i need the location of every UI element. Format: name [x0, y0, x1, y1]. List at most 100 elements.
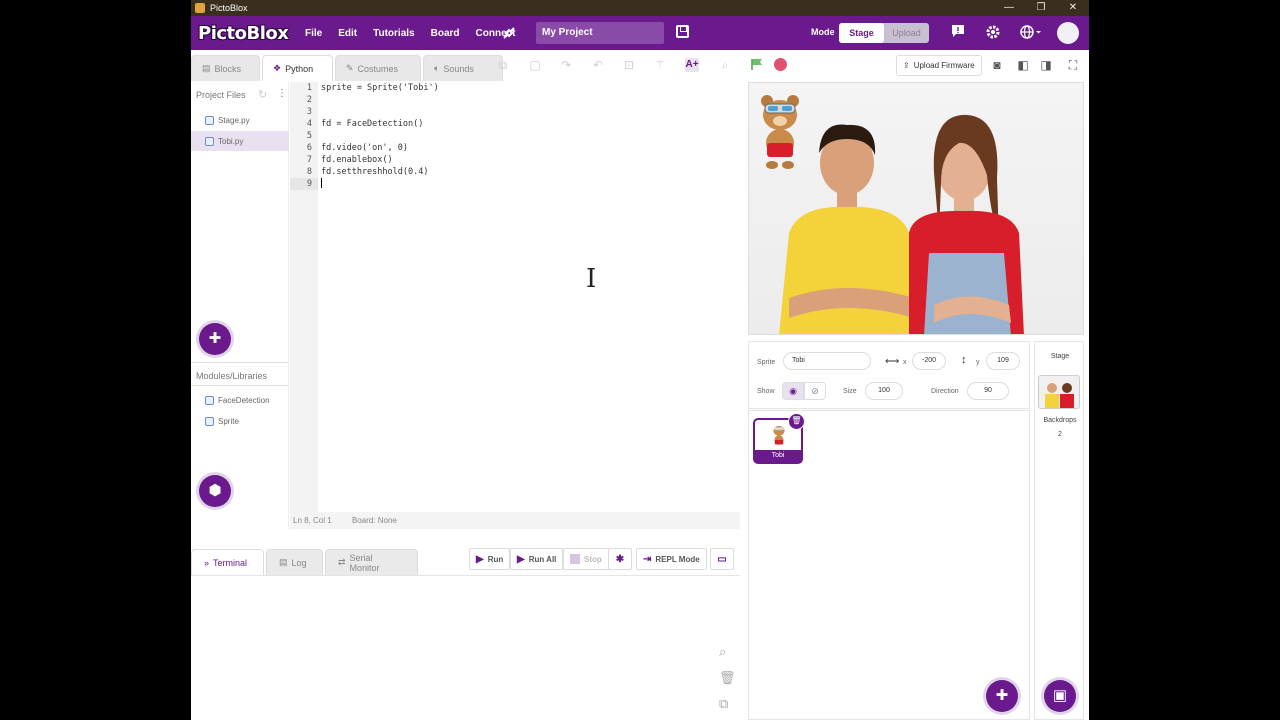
code-line[interactable]: [321, 106, 439, 118]
tab-log[interactable]: ▤ Log: [266, 549, 323, 575]
show-eye-icon[interactable]: ◉: [782, 382, 804, 400]
window-title: PictoBlox: [210, 3, 248, 13]
file-item-stage[interactable]: Stage.py: [191, 110, 289, 130]
menu-board[interactable]: Board: [431, 28, 460, 39]
fullscreen-icon[interactable]: ⛶: [1066, 58, 1080, 72]
menu-edit[interactable]: Edit: [338, 28, 357, 39]
code-line[interactable]: sprite = Sprite('Tobi'): [321, 82, 439, 94]
tab-python[interactable]: ❖ Python: [262, 55, 333, 81]
undo-icon[interactable]: ↶: [591, 58, 605, 72]
minimize-button[interactable]: —: [993, 0, 1025, 16]
hide-eye-icon[interactable]: ⊘: [804, 382, 826, 400]
repl-mode-button[interactable]: ⇥ REPL Mode: [636, 548, 707, 570]
feedback-icon[interactable]: [951, 24, 965, 43]
python-plus-icon: ✚: [208, 330, 222, 347]
save-icon[interactable]: [676, 25, 689, 38]
play-icon: ▶: [476, 553, 484, 565]
tobi-thumbnail: [773, 425, 785, 445]
module-item-facedetection[interactable]: FaceDetection: [191, 390, 289, 410]
stop-button[interactable]: Stop: [563, 548, 609, 570]
mode-toggle[interactable]: Stage Upload: [839, 23, 929, 43]
module-icon: [205, 416, 214, 426]
tab-blocks[interactable]: ▤ Blocks: [191, 55, 260, 81]
x-input[interactable]: -200: [912, 352, 946, 370]
run-all-button[interactable]: ▶ Run All: [510, 548, 564, 570]
terminal-options-button[interactable]: ▭: [710, 548, 734, 570]
large-stage-icon[interactable]: ◨: [1039, 58, 1053, 72]
green-flag-icon[interactable]: [751, 58, 763, 71]
paste-icon[interactable]: ▢: [528, 58, 542, 72]
code-editor[interactable]: 1 2 3 4 5 6 7 8 9 sprite = Sprite('Tobi'…: [290, 82, 824, 512]
y-input[interactable]: 109: [986, 352, 1020, 370]
add-backdrop-button[interactable]: ▣: [1044, 680, 1076, 712]
run-all-label: Run All: [528, 554, 557, 564]
code-line[interactable]: fd.enablebox(): [321, 154, 439, 166]
trash-icon[interactable]: 🗑︎: [719, 670, 736, 686]
language-globe-icon[interactable]: [1020, 24, 1042, 45]
python-file-icon: [205, 136, 214, 146]
pictoblox-window: PictoBlox — ❐ ✕ PictoBlox File Edit Tuto…: [191, 0, 1089, 720]
code-line[interactable]: fd.setthreshhold(0.4): [321, 166, 439, 178]
search-icon[interactable]: ⌕: [718, 58, 732, 72]
comment-icon[interactable]: ⊡: [622, 58, 636, 72]
user-avatar[interactable]: [1057, 22, 1079, 44]
repl-label: REPL Mode: [655, 554, 700, 564]
run-button[interactable]: ▶ Run: [469, 548, 511, 570]
tobi-sprite[interactable]: [755, 91, 805, 171]
mode-stage-button[interactable]: Stage: [839, 23, 884, 43]
tab-costumes[interactable]: ✎ Costumes: [335, 55, 421, 81]
code-line[interactable]: fd.video('on', 0): [321, 142, 439, 154]
sprite-info-panel: Sprite Tobi ⟷ x -200 ↕ y 109 Show ◉ ⊘ Si…: [748, 341, 1030, 409]
code-line[interactable]: fd = FaceDetection(): [321, 118, 439, 130]
redo-icon[interactable]: ↷: [559, 58, 573, 72]
mouse-ibeam-cursor: I: [586, 264, 597, 294]
copy-icon[interactable]: ⧉: [719, 696, 728, 712]
tab-sounds[interactable]: 🔈︎ Sounds: [423, 55, 503, 81]
line-number: 7: [306, 155, 312, 165]
line-number: 2: [306, 95, 312, 105]
file-item-tobi[interactable]: Tobi.py: [191, 131, 289, 151]
direction-input[interactable]: 90: [967, 382, 1009, 400]
upload-firmware-button[interactable]: ⇪ Upload Firmware: [896, 55, 982, 76]
close-window-button[interactable]: ✕: [1057, 0, 1089, 16]
copy-icon[interactable]: ⧉: [496, 58, 510, 72]
module-item-sprite[interactable]: Sprite: [191, 411, 289, 431]
maximize-button[interactable]: ❐: [1025, 0, 1057, 16]
camera-icon[interactable]: ◙: [990, 58, 1004, 72]
python-file-icon: [205, 115, 214, 125]
connect-plug-icon[interactable]: [501, 25, 517, 41]
menu-file[interactable]: File: [305, 28, 322, 39]
menu-tutorials[interactable]: Tutorials: [373, 28, 414, 39]
tab-terminal[interactable]: » Terminal: [191, 549, 264, 575]
bear-plus-icon: ✚: [995, 687, 1009, 704]
font-size-icon[interactable]: A+: [685, 58, 699, 72]
more-options-icon[interactable]: ⋮: [277, 88, 287, 99]
project-name-input[interactable]: My Project: [536, 22, 664, 44]
small-stage-icon[interactable]: ◧: [1016, 58, 1030, 72]
terminal-tabs: » Terminal ▤ Log ⇄ Serial Monitor: [191, 549, 420, 575]
search-icon[interactable]: ⌕: [719, 644, 726, 660]
stage-selector-panel[interactable]: Stage Backdrops 2: [1034, 341, 1084, 720]
debug-button[interactable]: ✱: [608, 548, 632, 570]
settings-gear-icon[interactable]: [985, 24, 1001, 45]
code-lines[interactable]: sprite = Sprite('Tobi') fd = FaceDetecti…: [321, 82, 439, 190]
code-line[interactable]: [321, 178, 439, 190]
add-python-file-button[interactable]: ✚: [199, 323, 231, 355]
direction-label: Direction: [931, 388, 959, 395]
sprite-name-input[interactable]: Tobi: [783, 352, 871, 370]
tab-serial-monitor[interactable]: ⇄ Serial Monitor: [325, 549, 418, 575]
backdrop-thumbnail[interactable]: [1038, 375, 1080, 409]
size-input[interactable]: 100: [865, 382, 903, 400]
terminal-output[interactable]: ⌕ 🗑︎ ⧉: [191, 575, 740, 720]
code-line[interactable]: [321, 94, 439, 106]
stop-sign-icon[interactable]: [774, 58, 787, 71]
stage-canvas[interactable]: [748, 82, 1084, 335]
add-module-button[interactable]: ⬢: [199, 475, 231, 507]
mode-upload-button[interactable]: Upload: [884, 23, 929, 43]
refresh-icon[interactable]: ↻: [258, 88, 267, 101]
add-sprite-button[interactable]: ✚: [986, 680, 1018, 712]
delete-sprite-trash-icon[interactable]: 🗑︎: [788, 413, 805, 430]
magic-wand-icon[interactable]: ⚚: [653, 58, 667, 72]
line-number: 1: [306, 83, 312, 93]
code-line[interactable]: [321, 130, 439, 142]
